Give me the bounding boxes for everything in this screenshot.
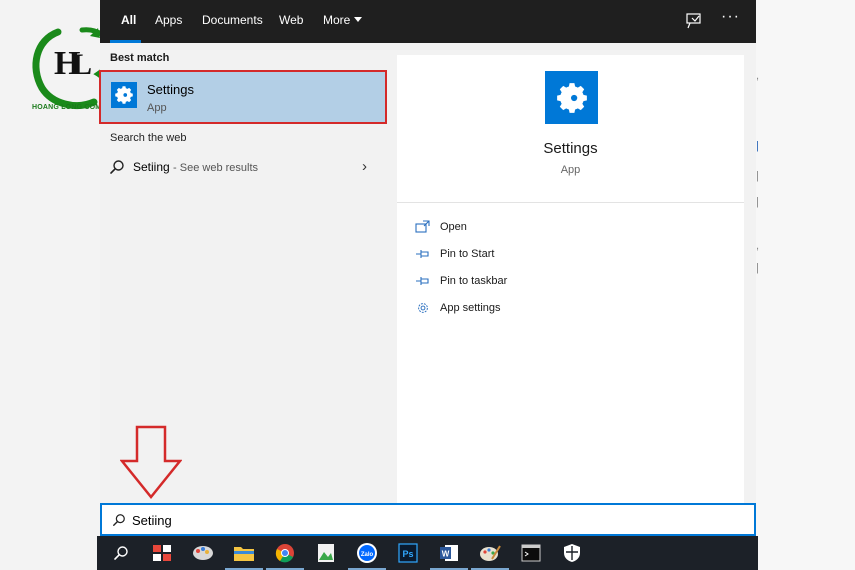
chevron-right-icon[interactable]: › [362, 158, 367, 175]
file-explorer-icon [234, 547, 254, 561]
best-match-result[interactable] [99, 70, 388, 125]
action-label: App settings [440, 302, 501, 314]
taskbar-terminal[interactable] [518, 541, 544, 565]
photos-icon [318, 544, 334, 562]
taskbar-photoshop[interactable]: Ps [395, 541, 421, 565]
photoshop-icon-label: Ps [402, 549, 413, 559]
open-icon [415, 220, 430, 233]
best-match-title: Settings [147, 82, 194, 97]
tab-all[interactable]: All [121, 13, 136, 27]
best-match-subtitle: App [147, 102, 167, 114]
taskbar-file-explorer[interactable] [225, 541, 263, 570]
action-label: Open [440, 221, 467, 233]
tab-web[interactable]: Web [279, 13, 303, 27]
search-web-heading: Search the web [110, 132, 187, 144]
web-search-result[interactable]: Setiing - See web results › [100, 155, 388, 181]
taskbar-windows-security[interactable] [559, 541, 585, 565]
paint-palette-icon [480, 545, 501, 561]
tab-more[interactable]: More [323, 13, 363, 27]
chrome-icon [275, 544, 294, 563]
taskbar-photos[interactable] [313, 541, 339, 565]
search-filter-bar: All Apps Documents Web More ··· [100, 0, 756, 43]
annotation-highlight-box [99, 70, 387, 124]
annotation-arrow-icon [120, 425, 182, 499]
gear-icon [418, 303, 428, 313]
app-preview-pane: Settings App Open Pin to Start Pin to ta… [397, 55, 744, 503]
taskbar-paint-palette[interactable] [471, 541, 509, 570]
taskbar-paint[interactable] [190, 541, 216, 565]
zalo-icon-label: Zalo [361, 552, 374, 558]
photoshop-icon: Ps [398, 543, 418, 563]
svg-text:L: L [72, 48, 92, 81]
action-label: Pin to taskbar [440, 275, 508, 287]
tab-apps[interactable]: Apps [155, 13, 182, 27]
zalo-icon: Zalo [357, 543, 377, 563]
gear-icon [115, 86, 133, 104]
settings-app-large-icon [545, 71, 598, 124]
taskbar-chrome[interactable] [266, 541, 304, 570]
best-match-heading: Best match [110, 52, 170, 64]
taskbar-search-button[interactable] [108, 541, 134, 565]
search-icon [114, 546, 128, 560]
web-search-query: Setiing [133, 160, 170, 174]
tab-documents[interactable]: Documents [202, 13, 263, 27]
terminal-icon [521, 544, 541, 562]
action-label: Pin to Start [440, 248, 495, 260]
feedback-icon[interactable] [685, 12, 703, 30]
start-search-panel: All Apps Documents Web More ··· Best mat… [99, 0, 756, 503]
tab-more-label: More [323, 13, 351, 27]
active-tab-indicator [110, 40, 141, 43]
taskbar: Zalo Ps W [97, 536, 758, 570]
web-search-suffix: - See web results [173, 162, 259, 174]
taskbar-zalo[interactable]: Zalo [348, 541, 386, 570]
more-options-icon[interactable]: ··· [721, 8, 740, 26]
settings-app-icon [111, 82, 137, 108]
search-icon [113, 514, 125, 526]
preview-subtitle: App [560, 164, 581, 176]
search-icon [110, 160, 124, 174]
taskbar-word[interactable]: W [430, 541, 468, 570]
gear-icon [556, 82, 587, 113]
pin-icon [416, 277, 429, 285]
taskbar-anydesk[interactable] [149, 541, 175, 565]
search-input[interactable] [132, 510, 732, 530]
search-box[interactable] [100, 503, 756, 536]
security-shield-icon [564, 544, 580, 562]
paint-icon [193, 546, 213, 560]
divider [397, 202, 744, 203]
anydesk-icon [153, 545, 171, 561]
preview-title: Settings [543, 140, 598, 157]
pin-icon [416, 250, 429, 258]
chevron-down-icon [354, 17, 363, 22]
desktop-background-right: , | | | , | [756, 0, 855, 570]
word-icon-label: W [442, 550, 450, 559]
word-icon: W [440, 545, 458, 561]
